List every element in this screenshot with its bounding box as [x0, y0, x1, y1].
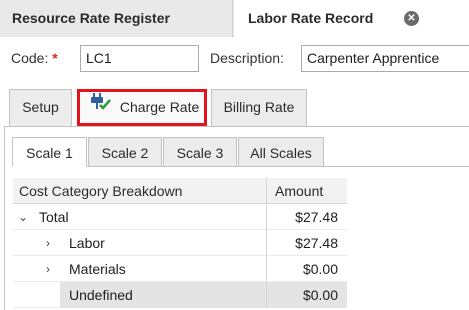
column-divider: [266, 178, 267, 308]
expand-chevron-icon[interactable]: ›: [46, 230, 50, 256]
table-row-total[interactable]: ⌄ Total $27.48: [13, 204, 347, 230]
tab-labor-rate-record[interactable]: Labor Rate Record: [234, 0, 469, 38]
document-tab-bar: Resource Rate Register Labor Rate Record…: [0, 0, 469, 38]
tab-scale-1-label: Scale 1: [26, 145, 73, 161]
tab-scale-3-label: Scale 3: [176, 145, 224, 161]
row-name: Total: [39, 209, 69, 225]
tab-billing-rate[interactable]: Billing Rate: [211, 89, 307, 126]
tab-all-scales[interactable]: All Scales: [238, 137, 324, 167]
expand-chevron-icon[interactable]: ›: [46, 256, 50, 282]
row-amount: $27.48: [295, 235, 338, 251]
tab-label: Labor Rate Record: [248, 10, 374, 26]
tab-charge-rate[interactable]: Charge Rate: [77, 89, 207, 126]
column-header-amount[interactable]: Amount: [275, 178, 323, 204]
tab-scale-2[interactable]: Scale 2: [88, 137, 162, 167]
collapse-chevron-icon[interactable]: ⌄: [18, 204, 28, 230]
code-label: Code: *: [11, 50, 58, 66]
row-amount: $27.48: [295, 209, 338, 225]
tab-charge-rate-label: Charge Rate: [119, 99, 200, 115]
grid-header: Cost Category Breakdown Amount: [13, 178, 347, 204]
row-amount: $0.00: [302, 287, 338, 303]
tab-setup[interactable]: Setup: [9, 89, 72, 126]
tab-scale-3[interactable]: Scale 3: [163, 137, 237, 167]
tab-all-scales-label: All Scales: [250, 145, 312, 161]
tab-scale-2-label: Scale 2: [101, 145, 149, 161]
table-row-materials[interactable]: › Materials $0.00: [13, 256, 347, 282]
row-name: Materials: [69, 261, 126, 277]
table-row-labor[interactable]: › Labor $27.48: [13, 230, 347, 256]
tab-resource-rate-register[interactable]: Resource Rate Register: [0, 0, 233, 37]
plug-check-icon: [90, 91, 112, 122]
required-marker: *: [52, 50, 58, 66]
table-row-undefined[interactable]: Undefined $0.00: [13, 282, 347, 308]
tab-label: Resource Rate Register: [12, 10, 170, 26]
column-header-category[interactable]: Cost Category Breakdown: [19, 178, 182, 204]
description-field[interactable]: Carpenter Apprentice: [301, 45, 469, 72]
code-label-text: Code:: [11, 50, 49, 66]
description-label: Description:: [210, 50, 284, 66]
row-name: Undefined: [69, 287, 133, 303]
tab-billing-rate-label: Billing Rate: [223, 99, 295, 115]
code-field[interactable]: LC1: [80, 45, 199, 72]
tab-scale-1[interactable]: Scale 1: [12, 137, 87, 167]
close-tab-icon[interactable]: ✕: [404, 11, 419, 26]
row-name: Labor: [69, 235, 105, 251]
row-amount: $0.00: [302, 261, 338, 277]
tab-setup-label: Setup: [22, 99, 59, 115]
rate-tab-strip: Setup Charge Rate Billing Rate: [0, 89, 469, 126]
